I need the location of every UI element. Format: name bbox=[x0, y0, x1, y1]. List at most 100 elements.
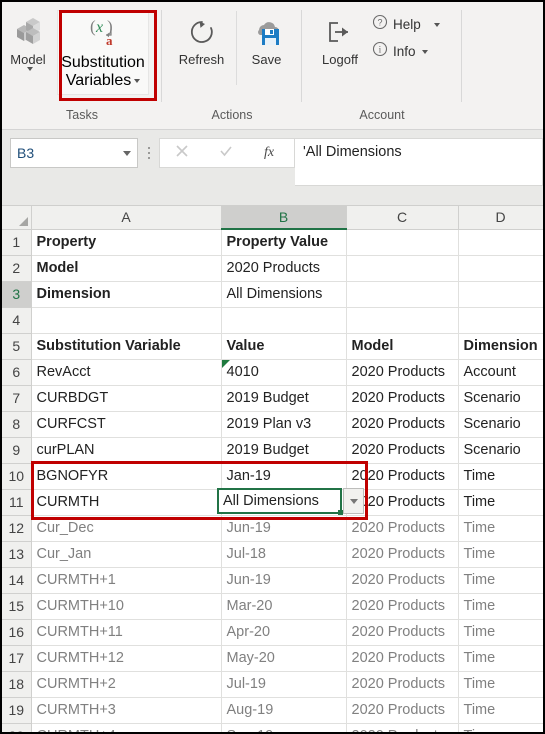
formula-input[interactable]: 'All Dimensions bbox=[295, 138, 543, 186]
name-box-caret-icon[interactable] bbox=[123, 150, 131, 156]
name-box[interactable]: B3 bbox=[10, 138, 138, 168]
cell-A7[interactable]: CURBDGT bbox=[30, 384, 222, 412]
cell-A15[interactable]: CURMTH+10 bbox=[30, 592, 222, 620]
cell-D18[interactable]: Time bbox=[457, 670, 543, 698]
cell-D16[interactable]: Time bbox=[457, 618, 543, 646]
cell-D2[interactable] bbox=[457, 254, 543, 282]
model-button[interactable]: Model bbox=[2, 8, 54, 73]
cell-C20[interactable]: 2020 Products bbox=[345, 722, 459, 732]
substitution-variables-caret-icon[interactable] bbox=[134, 78, 141, 83]
cell-C6[interactable]: 2020 Products bbox=[345, 358, 459, 386]
cell-D19[interactable]: Time bbox=[457, 696, 543, 724]
row-header-3[interactable]: 3 bbox=[2, 280, 32, 308]
cell-C16[interactable]: 2020 Products bbox=[345, 618, 459, 646]
row-header-9[interactable]: 9 bbox=[2, 436, 32, 464]
cell-A1[interactable]: Property bbox=[30, 228, 222, 256]
row-header-15[interactable]: 15 bbox=[2, 592, 32, 620]
cell-dropdown-button[interactable] bbox=[343, 488, 364, 514]
help-caret-icon[interactable] bbox=[433, 22, 440, 27]
cell-C3[interactable] bbox=[345, 280, 459, 308]
cell-D14[interactable]: Time bbox=[457, 566, 543, 594]
cell-D11[interactable]: Time bbox=[457, 488, 543, 516]
column-header-c[interactable]: C bbox=[345, 206, 459, 230]
help-menu-item[interactable]: ? Help bbox=[372, 14, 440, 35]
cell-B9[interactable]: 2019 Budget bbox=[220, 436, 347, 464]
active-cell-b3[interactable]: All Dimensions bbox=[217, 488, 343, 515]
cell-A3[interactable]: Dimension bbox=[30, 280, 222, 308]
cell-A13[interactable]: Cur_Jan bbox=[30, 540, 222, 568]
formula-bar-grip[interactable] bbox=[141, 138, 157, 168]
cell-A5[interactable]: Substitution Variable bbox=[30, 332, 222, 360]
cell-A2[interactable]: Model bbox=[30, 254, 222, 282]
cell-A20[interactable]: CURMTH+4 bbox=[30, 722, 222, 732]
cell-D3[interactable] bbox=[457, 280, 543, 308]
cell-B5[interactable]: Value bbox=[220, 332, 347, 360]
info-menu-item[interactable]: i Info bbox=[372, 41, 440, 62]
cell-A14[interactable]: CURMTH+1 bbox=[30, 566, 222, 594]
cell-D5[interactable]: Dimension bbox=[457, 332, 543, 360]
cell-C17[interactable]: 2020 Products bbox=[345, 644, 459, 672]
save-button[interactable]: Save bbox=[237, 8, 297, 69]
cancel-x-icon[interactable] bbox=[174, 143, 190, 163]
cell-A19[interactable]: CURMTH+3 bbox=[30, 696, 222, 724]
cell-C10[interactable]: 2020 Products bbox=[345, 462, 459, 490]
cell-D6[interactable]: Account bbox=[457, 358, 543, 386]
row-header-6[interactable]: 6 bbox=[2, 358, 32, 386]
row-header-2[interactable]: 2 bbox=[2, 254, 32, 282]
substitution-variables-button[interactable]: ( x ) a Substitution Variables bbox=[57, 10, 149, 95]
cell-D20[interactable]: Time bbox=[457, 722, 543, 732]
cell-D8[interactable]: Scenario bbox=[457, 410, 543, 438]
cell-A6[interactable]: RevAcct bbox=[30, 358, 222, 386]
info-caret-icon[interactable] bbox=[421, 49, 428, 54]
column-header-a[interactable]: A bbox=[30, 206, 222, 230]
cell-A12[interactable]: Cur_Dec bbox=[30, 514, 222, 542]
cell-A17[interactable]: CURMTH+12 bbox=[30, 644, 222, 672]
cell-D4[interactable] bbox=[457, 306, 543, 334]
cell-C5[interactable]: Model bbox=[345, 332, 459, 360]
cell-B7[interactable]: 2019 Budget bbox=[220, 384, 347, 412]
row-header-5[interactable]: 5 bbox=[2, 332, 32, 360]
cell-A16[interactable]: CURMTH+11 bbox=[30, 618, 222, 646]
cell-B6[interactable]: 4010 bbox=[220, 358, 347, 386]
cell-A8[interactable]: CURFCST bbox=[30, 410, 222, 438]
cell-C1[interactable] bbox=[345, 228, 459, 256]
column-header-d[interactable]: D bbox=[457, 206, 543, 230]
cell-B10[interactable]: Jan-19 bbox=[220, 462, 347, 490]
cell-C7[interactable]: 2020 Products bbox=[345, 384, 459, 412]
cell-B12[interactable]: Jun-19 bbox=[220, 514, 347, 542]
fx-icon[interactable]: fx bbox=[262, 142, 280, 164]
cell-D15[interactable]: Time bbox=[457, 592, 543, 620]
cell-B13[interactable]: Jul-18 bbox=[220, 540, 347, 568]
cell-B18[interactable]: Jul-19 bbox=[220, 670, 347, 698]
cell-A11[interactable]: CURMTH bbox=[30, 488, 222, 516]
row-header-7[interactable]: 7 bbox=[2, 384, 32, 412]
row-header-8[interactable]: 8 bbox=[2, 410, 32, 438]
cell-B20[interactable]: Sep-19 bbox=[220, 722, 347, 732]
cell-B4[interactable] bbox=[220, 306, 347, 334]
row-header-16[interactable]: 16 bbox=[2, 618, 32, 646]
cell-C4[interactable] bbox=[345, 306, 459, 334]
cell-B2[interactable]: 2020 Products bbox=[220, 254, 347, 282]
row-header-14[interactable]: 14 bbox=[2, 566, 32, 594]
cell-C14[interactable]: 2020 Products bbox=[345, 566, 459, 594]
cell-D1[interactable] bbox=[457, 228, 543, 256]
select-all-corner[interactable] bbox=[2, 206, 32, 230]
row-header-10[interactable]: 10 bbox=[2, 462, 32, 490]
cell-C8[interactable]: 2020 Products bbox=[345, 410, 459, 438]
cell-C18[interactable]: 2020 Products bbox=[345, 670, 459, 698]
model-caret-icon[interactable] bbox=[26, 67, 33, 71]
cell-A10[interactable]: BGNOFYR bbox=[30, 462, 222, 490]
row-header-1[interactable]: 1 bbox=[2, 228, 32, 256]
cell-C13[interactable]: 2020 Products bbox=[345, 540, 459, 568]
cell-B8[interactable]: 2019 Plan v3 bbox=[220, 410, 347, 438]
cell-D7[interactable]: Scenario bbox=[457, 384, 543, 412]
logoff-button[interactable]: Logoff bbox=[308, 8, 372, 69]
cell-B3[interactable]: All Dimensions bbox=[220, 280, 347, 308]
cell-C19[interactable]: 2020 Products bbox=[345, 696, 459, 724]
row-header-18[interactable]: 18 bbox=[2, 670, 32, 698]
cell-D17[interactable]: Time bbox=[457, 644, 543, 672]
row-header-4[interactable]: 4 bbox=[2, 306, 32, 334]
cell-C9[interactable]: 2020 Products bbox=[345, 436, 459, 464]
row-header-11[interactable]: 11 bbox=[2, 488, 32, 516]
cell-C12[interactable]: 2020 Products bbox=[345, 514, 459, 542]
